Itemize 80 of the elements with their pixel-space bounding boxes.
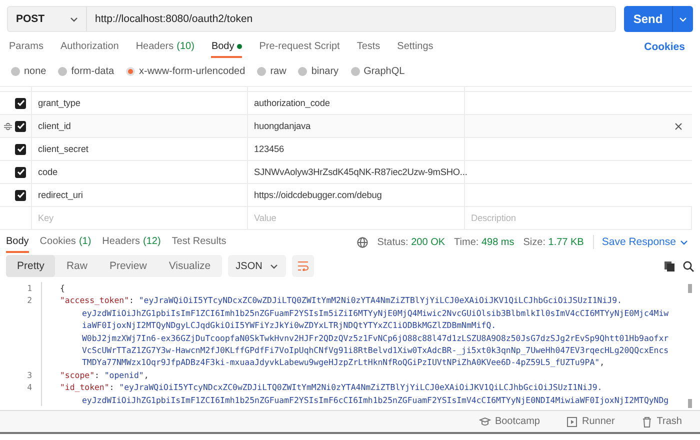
view-mode-tab[interactable]: Raw [55,255,98,277]
radio-label: raw [270,66,286,76]
request-tab[interactable]: Pre-request Script [259,36,340,58]
checkbox[interactable] [15,190,26,200]
code-line: "scope": "openid", [59,368,150,382]
drag-handle-icon[interactable] [4,122,12,130]
caret-icon [270,264,278,268]
key-cell: redirect_uri [32,184,248,206]
value-cell: https://oidcdebugger.com/debug [248,184,465,206]
body-type-radio[interactable]: none [11,66,46,76]
url-field[interactable]: http://localhost:8080/oauth2/token [87,6,616,32]
wrap-lines-icon [297,261,310,271]
request-tab[interactable]: Tests [356,36,380,58]
body-type-radio[interactable]: GraphQL [350,66,405,76]
cookies-link[interactable]: Cookies [638,40,691,54]
radio-label: GraphQL [364,66,405,76]
radio-label: binary [311,66,339,76]
code-line: eyJzdWIiOiJhZG1pbiIsImF1ZCI6Imh1b25nZGFuamF2YSIsImF6cCI6Imh1b25nZGFuamF2YSIsImV4cCI6MTYyNjE0NDI4MiwiaWF0IjoxNjI2MTQyNDg [81,394,670,406]
body-type-radio[interactable]: raw [257,66,286,76]
send-button[interactable]: Send [624,6,693,32]
globe-icon [357,236,368,248]
format-dropdown[interactable]: JSON [228,255,286,277]
view-mode-tab[interactable]: Preview [98,255,158,277]
request-tab[interactable]: Authorization [60,36,119,58]
line-number: 2 [0,294,42,307]
code-line: iaWF0IjoxNjI2MTQyNDgyLCJqdGkiOiI5YWFiYzJkYi0wZDYxLTRjNDQtYTYxZC1iODBkMGZlZDBmNmMifQ. [81,319,498,332]
view-mode-tab[interactable]: Visualize [158,255,222,277]
code-line: eyJzdWIiOiJhZG1pbiIsImF1ZCI6Imh1b25nZGFuamF2YSIsIm5iZiI6MTYyNjE0MjQ4Miwic2NvcGUiOlsib3BlbmlkIl0sImV4cCI6MTYyNjE0Mjc4Miw [81,306,670,320]
response-tab[interactable]: Body [6,232,29,252]
line-number: 4 [0,381,42,394]
value-cell: SJNWvAolyw3HrZsdK45qNK-R87iec2Uzw-9mSHO... [248,161,465,183]
line-number: 3 [0,368,42,382]
status-text: Size: 1.77 KB [523,236,584,248]
checkbox[interactable] [15,98,26,108]
save-response-button[interactable]: Save Response [592,235,694,249]
code-line: "access_token": "eyJraWQiOiI5YTcyNDcxZC0wZDJiLTQ0ZWItYmM2Ni0zYTA4NmZiZTBlYjYiLCJ0eXAiOiJKV1QiLCJhbGciOiJSUzI1NiJ9. [59,294,623,307]
trash-icon [640,416,653,428]
close-icon[interactable] [675,122,682,130]
body-type-radio[interactable]: binary [298,66,339,76]
search-icon[interactable] [683,260,694,272]
response-tab[interactable]: Cookies (1) [40,232,92,252]
key-cell: client_id [32,115,248,137]
wrap-lines-button[interactable] [292,255,314,277]
checkbox[interactable] [15,166,26,178]
caret-icon [70,16,78,22]
key-cell: code [32,161,248,183]
graduation-cap-icon [478,416,491,428]
response-tab[interactable]: Test Results [172,232,226,252]
footer-button[interactable]: Trash [634,414,688,428]
value-cell: 123456 [248,138,465,160]
line-number: 1 [0,282,42,294]
caret-icon [679,16,687,22]
status-text: Status: 200 OK [377,236,446,248]
footer-button[interactable]: Bootcamp [472,414,546,428]
code-line: TMDYa77NMWzx1Oqr9JfpADBz4F3ki-mxuaaJdyvkLabewu9wgeHJzpZrLtHknNfRoQGiPzIUVtNPiZhA0KVee6D-4pZ59L5_fUZTu9PA", [81,356,606,369]
code-line: VcScUWrTTaZ1ZG7Y3w-HawcnM2fJ0KLffGPdfFi7VoIpUqhCNfVg91i8RtBelvd1Xiw0TxAdcBR-_ji5xt0k3qnNp_7UweHh047EV3rqecHLg20QQcxEncs [81,344,670,356]
code-line: { [59,282,66,294]
copy-icon[interactable] [664,260,675,272]
body-type-radio[interactable]: form-data [58,66,114,76]
request-tab[interactable]: Params [9,36,44,58]
value-cell: authorization_code [248,92,465,114]
request-tab[interactable]: Body [211,36,242,58]
status-text: Time: 498 ms [454,236,514,248]
key-cell: grant_type [32,92,248,114]
caret-icon [680,240,688,244]
radio-label: none [24,66,46,76]
footer-button[interactable]: Runner [560,414,621,428]
view-mode-tab[interactable]: Pretty [6,255,56,277]
key-cell: client_secret [32,138,248,160]
radio-label: form-data [71,66,114,76]
method-dropdown[interactable]: POST [7,6,87,32]
value-cell: huongdanjava [248,115,465,137]
play-square-icon [566,416,578,428]
code-line: W0bJ2jmzXWj7In6-ex36GZjDuTcoopfaN0SkTwkHvnv2HJFr2QDzQVz5z1FvNCp6jO88c88l47d1zLSZU8A9O8z50JsG7dzSJg2rEvSp9Qhtt01Hb9aofxr [81,332,670,344]
checkbox[interactable] [15,120,26,132]
code-line: "id_token": "eyJraWQiOiI5YTcyNDcxZC0wZDJiLTQ0ZWItYmM2Ni0zYTA4NmZiZTBlYjYiLCJ0eXAiOiJKV1QiLCJhbGciOiJSUzI1NiJ9. [59,381,604,394]
response-tab[interactable]: Headers (12) [102,232,161,252]
checkbox[interactable] [15,144,26,154]
request-tab[interactable]: Headers (10) [136,36,194,58]
request-tab[interactable]: Settings [397,36,434,58]
